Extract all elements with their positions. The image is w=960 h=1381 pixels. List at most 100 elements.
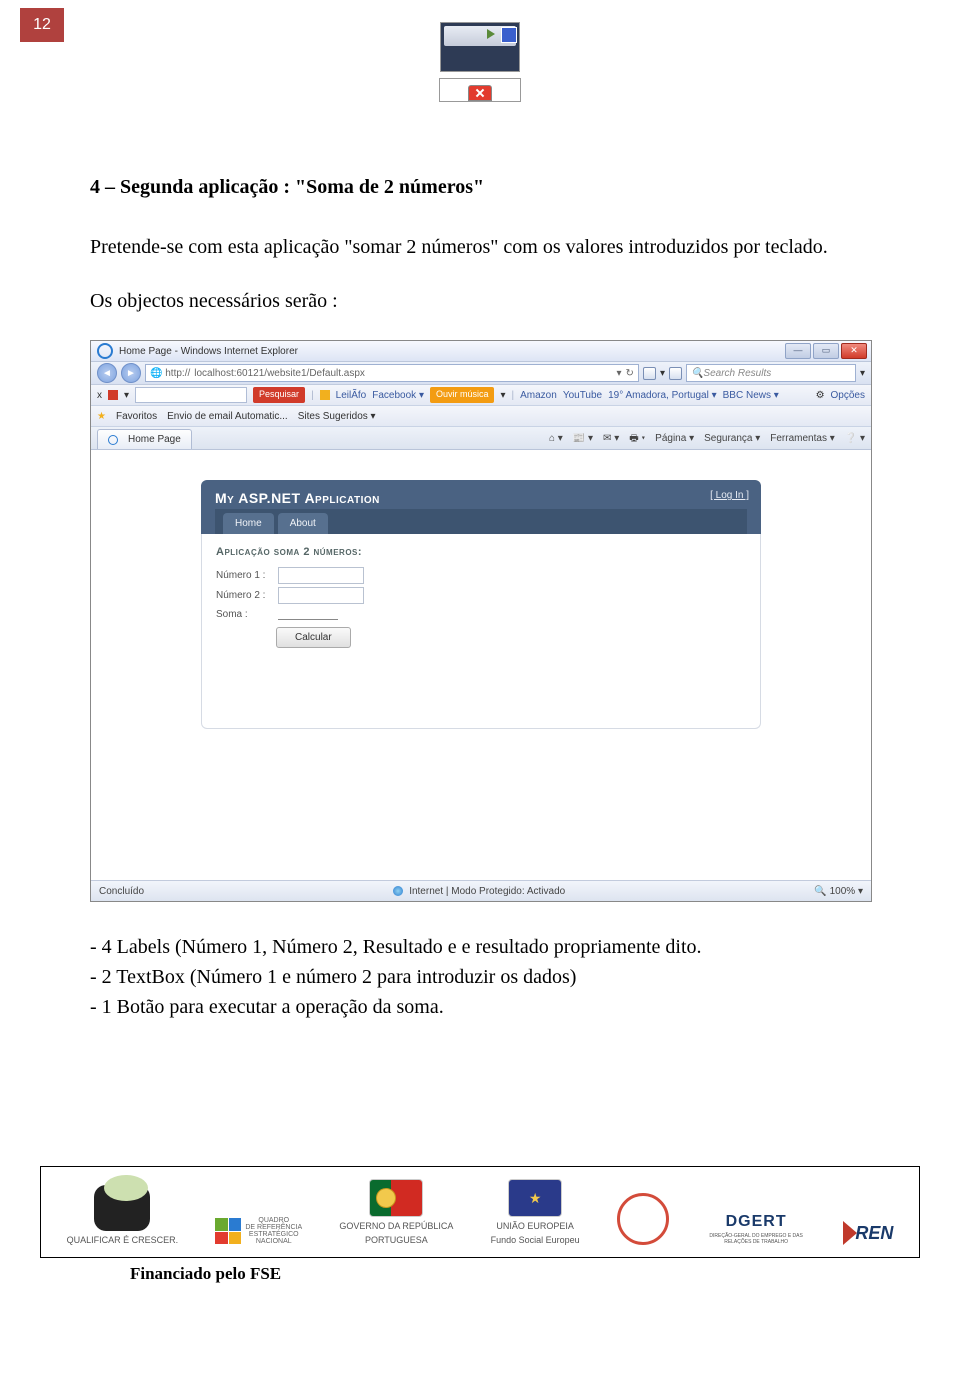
document-body: 4 – Segunda aplicação : "Soma de 2 númer…	[0, 102, 960, 1056]
qren-text: QUADRO DE REFERÊNCIA ESTRATÉGICO NACIONA…	[245, 1217, 302, 1245]
ouvir-dd-icon[interactable]: ▾	[500, 388, 505, 403]
browser-tab[interactable]: Home Page	[97, 429, 192, 449]
nav-home[interactable]: Home	[223, 513, 274, 534]
bullet-button: - 1 Botão para executar a operação da so…	[90, 992, 870, 1022]
bbc-link[interactable]: BBC News ▾	[723, 388, 779, 403]
opcoes-link[interactable]: Opções	[831, 388, 865, 403]
status-bar: Concluído Internet | Modo Protegido: Act…	[91, 880, 871, 901]
home-menu-icon[interactable]: ⌂ ▾	[549, 431, 563, 446]
address-bar[interactable]: 🌐 http:// localhost:60121/website1/Defau…	[145, 364, 639, 382]
browser-screenshot: Home Page - Windows Internet Explorer — …	[90, 340, 872, 902]
compat-view-icon[interactable]	[643, 367, 656, 380]
status-zone-text: Internet | Modo Protegido: Activado	[409, 884, 565, 899]
pt-flag-icon	[369, 1179, 423, 1217]
label-numero1: Número 1 :	[216, 568, 272, 583]
seguranca-menu[interactable]: Segurança ▾	[704, 431, 760, 446]
label-numero2: Número 2 :	[216, 588, 272, 603]
favorites-star-icon[interactable]: ★	[97, 409, 106, 424]
ferramentas-menu[interactable]: Ferramentas ▾	[770, 431, 834, 446]
row-numero1: Número 1 :	[216, 567, 746, 584]
login-link[interactable]: [ Log In ]	[710, 488, 749, 503]
eu-line2: Fundo Social Europeu	[491, 1235, 580, 1245]
weather-link[interactable]: 19° Amadora, Portugal ▾	[608, 388, 717, 403]
url-scheme-icon: 🌐 http://	[150, 366, 190, 381]
play-icon	[487, 29, 495, 39]
gov-line2: PORTUGUESA	[365, 1235, 428, 1245]
search-box[interactable]: 🔍 Search Results	[686, 364, 856, 382]
url-text: localhost:60121/website1/Default.aspx	[194, 366, 365, 381]
tab-row: Home Page ⌂ ▾ 📰 ▾ ✉ ▾ 🖶 ▾ Página ▾ Segur…	[91, 427, 871, 450]
help-menu-icon[interactable]: ❔ ▾	[845, 431, 865, 446]
addr-dropdown-icon[interactable]: ▾	[617, 366, 622, 381]
maximize-button[interactable]: ▭	[813, 343, 839, 359]
bullet-labels: - 4 Labels (Número 1, Número 2, Resultad…	[90, 932, 870, 962]
input-numero2[interactable]	[278, 587, 364, 604]
feeds-menu-icon[interactable]: 📰 ▾	[573, 431, 593, 446]
refresh-icon[interactable]: ↻	[626, 366, 634, 381]
accredited-logo	[617, 1193, 669, 1245]
print-menu-icon[interactable]: 🖶 ▾	[629, 431, 645, 446]
objects-paragraph: Os objectos necessários serão :	[90, 286, 870, 316]
leilao-icon	[320, 390, 330, 400]
forward-button[interactable]: ►	[121, 363, 141, 383]
mail-menu-icon[interactable]: ✉ ▾	[603, 431, 619, 446]
row-numero2: Número 2 :	[216, 587, 746, 604]
intro-paragraph: Pretende-se com esta aplicação "somar 2 …	[90, 232, 870, 262]
status-zone: Internet | Modo Protegido: Activado	[393, 884, 565, 899]
search-magnifier-icon: 🔍	[691, 366, 703, 381]
eu-logo: ★ UNIÃO EUROPEIA Fundo Social Europeu	[491, 1179, 580, 1245]
label-soma: Soma :	[216, 607, 272, 622]
youtube-link[interactable]: YouTube	[563, 388, 602, 403]
search-placeholder: Search Results	[703, 366, 771, 381]
ask-dd-icon[interactable]: ▾	[124, 388, 129, 403]
q-logo-icon	[94, 1185, 150, 1231]
close-button[interactable]: ✕	[841, 343, 867, 359]
search-dropdown-icon[interactable]: ▾	[660, 366, 665, 381]
ring-icon	[617, 1193, 669, 1245]
nav-about[interactable]: About	[278, 513, 328, 534]
asp-nav: Home About	[215, 509, 747, 534]
dgert-logo: DGERT DIREÇÃO-GERAL DO EMPREGO E DAS REL…	[706, 1213, 806, 1245]
pren-text: REN	[855, 1223, 893, 1244]
page-viewport: My ASP.NET Application [ Log In ] Home A…	[91, 450, 871, 880]
bullet-textbox: - 2 TextBox (Número 1 e número 2 para in…	[90, 962, 870, 992]
stop-icon[interactable]	[669, 367, 682, 380]
calcular-button[interactable]: Calcular	[276, 627, 351, 648]
gear-icon[interactable]: ⚙	[816, 388, 825, 403]
zoom-control[interactable]: 🔍 100% ▾	[814, 884, 863, 899]
tab-favicon-icon	[108, 435, 118, 445]
window-title: Home Page - Windows Internet Explorer	[119, 344, 298, 359]
qualificar-logo: QUALIFICAR É CRESCER.	[67, 1185, 179, 1245]
ask-search-input[interactable]	[135, 387, 247, 403]
input-numero1[interactable]	[278, 567, 364, 584]
ask-toolbar: x ▾ Pesquisar | LeilÃfo Facebook ▾ Ouvir…	[91, 385, 871, 406]
amazon-link[interactable]: Amazon	[520, 388, 557, 403]
dock-icon	[501, 27, 517, 43]
favorites-bar: ★ Favoritos Envio de email Automatic... …	[91, 406, 871, 427]
asp-form: Aplicação soma 2 números: Número 1 : Núm…	[201, 534, 761, 729]
ie-icon	[97, 343, 113, 359]
asp-app: My ASP.NET Application [ Log In ] Home A…	[201, 480, 761, 729]
pesquisar-button[interactable]: Pesquisar	[253, 387, 305, 403]
asp-header: My ASP.NET Application [ Log In ] Home A…	[201, 480, 761, 534]
leilao-link[interactable]: LeilÃfo	[336, 388, 367, 403]
facebook-link[interactable]: Facebook ▾	[372, 388, 424, 403]
fav-item-sites[interactable]: Sites Sugeridos ▾	[298, 409, 376, 424]
command-bar: ⌂ ▾ 📰 ▾ ✉ ▾ 🖶 ▾ Página ▾ Segurança ▾ Fer…	[549, 431, 865, 449]
pagina-menu[interactable]: Página ▾	[655, 431, 694, 446]
favorites-label: Favoritos	[116, 409, 157, 424]
qualificar-text: QUALIFICAR É CRESCER.	[67, 1235, 179, 1245]
toolbar-close-icon[interactable]: x	[97, 388, 102, 403]
back-button[interactable]: ◄	[97, 363, 117, 383]
window-titlebar: Home Page - Windows Internet Explorer — …	[91, 341, 871, 362]
globe-icon	[393, 886, 403, 896]
editor-snippets	[0, 22, 960, 102]
fav-item-envio[interactable]: Envio de email Automatic...	[167, 409, 288, 424]
ouvir-musica-button[interactable]: Ouvir música	[430, 387, 495, 403]
search-menu-icon[interactable]: ▾	[860, 366, 865, 381]
form-title: Aplicação soma 2 números:	[216, 544, 746, 561]
minimize-button[interactable]: —	[785, 343, 811, 359]
eu-flag-icon: ★	[508, 1179, 562, 1217]
footer-logos: QUALIFICAR É CRESCER. QUADRO DE REFERÊNC…	[40, 1166, 920, 1258]
gov-line1: GOVERNO DA REPÚBLICA	[339, 1221, 453, 1231]
